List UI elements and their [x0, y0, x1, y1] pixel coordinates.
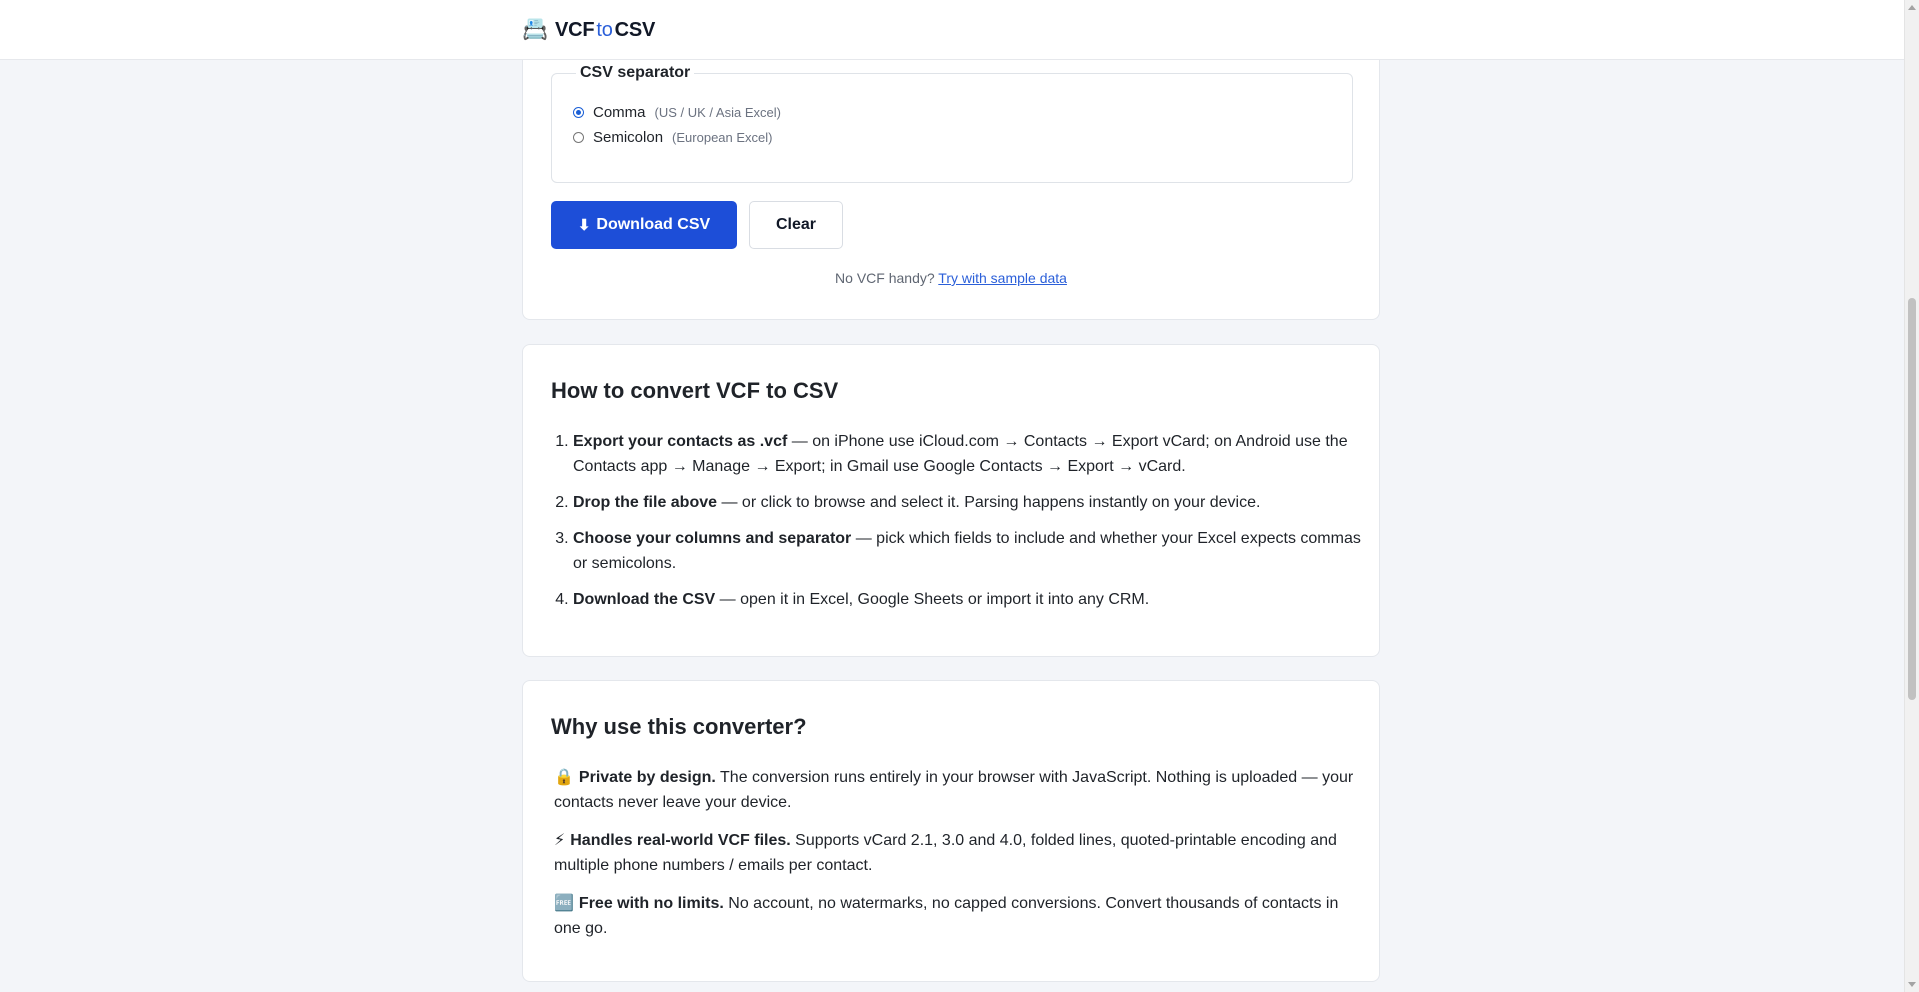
why-item-title: Handles real-world VCF files. — [570, 832, 791, 849]
logo-text-to: to — [596, 18, 613, 41]
sample-data-link[interactable]: Try with sample data — [938, 270, 1067, 286]
free-badge-icon: 🆓 — [554, 895, 574, 912]
download-csv-button[interactable]: ⬇ Download CSV — [551, 201, 737, 249]
clear-button[interactable]: Clear — [749, 201, 843, 249]
how-to-step: Choose your columns and separator — pick… — [573, 526, 1373, 576]
scroll-up-arrow-icon[interactable] — [1908, 5, 1916, 10]
site-logo[interactable]: 📇 VCF to CSV — [522, 18, 655, 42]
logo-text-csv: CSV — [614, 18, 656, 41]
download-arrow-icon: ⬇ — [577, 217, 591, 234]
separator-fieldset: CSV separator Comma (US / UK / Asia Exce… — [551, 64, 1353, 183]
step-text: — open it in Excel, Google Sheets or imp… — [715, 591, 1150, 608]
top-navbar: 📇 VCF to CSV — [0, 0, 1904, 60]
how-to-title: How to convert VCF to CSV — [551, 378, 839, 403]
how-to-card: How to convert VCF to CSV Export your co… — [522, 344, 1380, 657]
sample-data-prefix: No VCF handy? — [835, 270, 935, 286]
radio-semicolon[interactable] — [573, 132, 584, 143]
why-list: 🔒 Private by design. The conversion runs … — [554, 765, 1354, 954]
how-to-steps: Export your contacts as .vcf — on iPhone… — [551, 429, 1373, 623]
logo-text-vcf: VCF — [554, 18, 595, 41]
page-scrollbar[interactable] — [1904, 0, 1919, 992]
separator-option-semicolon[interactable]: Semicolon (European Excel) — [573, 129, 773, 146]
scroll-down-arrow-icon[interactable] — [1908, 982, 1916, 987]
how-to-step: Download the CSV — open it in Excel, Goo… — [573, 587, 1373, 612]
step-text: — or click to browse and select it. Pars… — [717, 494, 1261, 511]
why-item: ⚡ Handles real-world VCF files. Supports … — [554, 828, 1354, 878]
why-card: Why use this converter? 🔒 Private by desi… — [522, 680, 1380, 982]
step-title: Export your contacts as .vcf — [573, 433, 788, 450]
lock-icon: 🔒 — [554, 769, 574, 786]
step-title: Choose your columns and separator — [573, 530, 852, 547]
separator-option-comma[interactable]: Comma (US / UK / Asia Excel) — [573, 104, 781, 121]
why-item-title: Free with no limits. — [578, 895, 724, 912]
radio-semicolon-hint: (European Excel) — [672, 130, 773, 145]
sample-data-line: No VCF handy? Try with sample data — [523, 270, 1379, 286]
radio-semicolon-label[interactable]: Semicolon — [593, 129, 663, 146]
lightning-icon: ⚡ — [554, 832, 566, 849]
why-item-title: Private by design. — [578, 769, 716, 786]
radio-comma[interactable] — [573, 107, 584, 118]
contact-card-icon: 📇 — [522, 18, 548, 41]
why-item: 🔒 Private by design. The conversion runs … — [554, 765, 1354, 815]
how-to-step: Drop the file above — or click to browse… — [573, 490, 1373, 515]
radio-comma-label[interactable]: Comma — [593, 104, 646, 121]
step-title: Download the CSV — [573, 591, 716, 608]
how-to-step: Export your contacts as .vcf — on iPhone… — [573, 429, 1373, 479]
scrollbar-thumb[interactable] — [1908, 298, 1916, 700]
download-csv-label: Download CSV — [596, 216, 711, 233]
why-title: Why use this converter? — [551, 714, 807, 739]
why-item: 🆓 Free with no limits. No account, no wat… — [554, 891, 1354, 941]
radio-comma-hint: (US / UK / Asia Excel) — [654, 105, 781, 120]
step-title: Drop the file above — [573, 494, 718, 511]
separator-legend: CSV separator — [576, 64, 695, 82]
